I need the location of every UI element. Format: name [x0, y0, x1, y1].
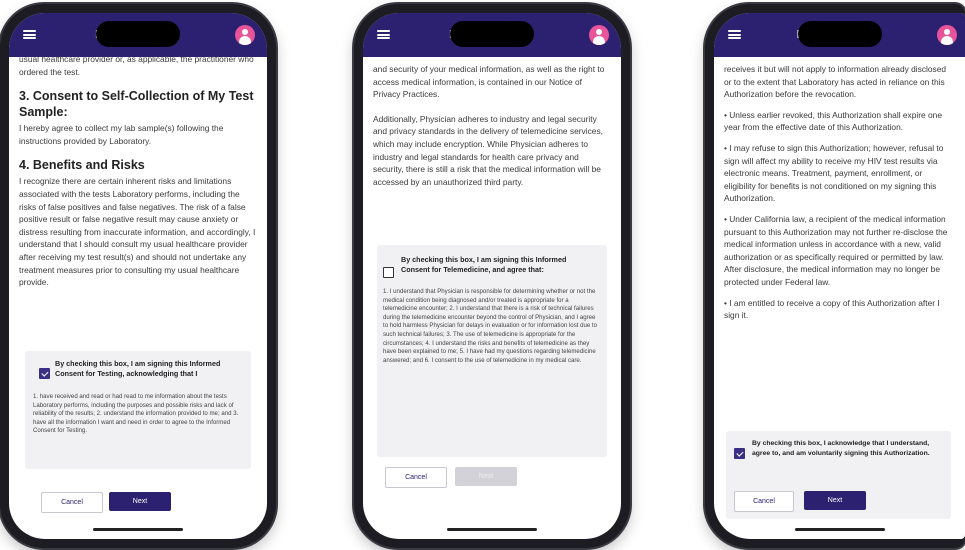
consent-checkbox[interactable] — [39, 368, 50, 379]
consent-document: receives it but will not apply to inform… — [724, 63, 953, 330]
home-indicator — [794, 528, 885, 531]
document-text: I hereby agree to collect my lab sample(… — [19, 123, 224, 146]
dynamic-island — [96, 21, 180, 47]
phone-2-screen: Kn and security of your medical informat… — [363, 13, 621, 539]
home-indicator — [447, 528, 537, 531]
phone-3: Kn receives it but will not apply to inf… — [705, 4, 965, 548]
consent-body: 1. have received and read or had read to… — [33, 393, 239, 435]
dynamic-island — [797, 21, 882, 47]
consent-box: By checking this box, I am signing this … — [377, 245, 607, 457]
next-button[interactable]: Next — [455, 467, 517, 486]
cancel-button[interactable]: Cancel — [385, 467, 447, 488]
phone-1-screen: Kn usual healthcare provider or, as appl… — [9, 13, 267, 539]
consent-box: By checking this box, I am signing this … — [25, 351, 251, 469]
user-avatar-icon[interactable] — [937, 25, 957, 45]
consent-body: 1. I understand that Physician is respon… — [383, 288, 598, 364]
consent-checkbox[interactable] — [734, 448, 745, 459]
app-header: Kn — [9, 13, 267, 57]
phone-2: Kn and security of your medical informat… — [354, 4, 630, 548]
consent-title: By checking this box, I acknowledge that… — [752, 440, 930, 457]
document-text: receives it but will not apply to inform… — [724, 64, 947, 100]
document-text: usual healthcare provider or, as applica… — [19, 54, 254, 77]
user-avatar-icon[interactable] — [589, 25, 609, 45]
home-indicator — [93, 528, 183, 531]
consent-title: By checking this box, I am signing this … — [401, 255, 567, 274]
consent-document: usual healthcare provider or, as applica… — [19, 53, 257, 297]
consent-document: and security of your medical information… — [373, 63, 611, 196]
dynamic-island — [450, 21, 534, 47]
document-text: I recognize there are certain inherent r… — [19, 176, 256, 288]
document-text: Additionally, Physician adheres to indus… — [373, 113, 603, 187]
app-header: Kn — [363, 13, 621, 57]
document-text: • I may refuse to sign this Authorizatio… — [724, 142, 944, 204]
phone-3-screen: Kn receives it but will not apply to inf… — [714, 13, 965, 539]
document-text: • Unless earlier revoked, this Authoriza… — [724, 109, 943, 133]
next-button[interactable]: Next — [109, 492, 171, 511]
document-text: • I am entitled to receive a copy of thi… — [724, 297, 940, 321]
section-heading: 4. Benefits and Risks — [19, 158, 145, 173]
section-heading: 3. Consent to Self-Collection of My Test… — [19, 89, 254, 120]
consent-checkbox[interactable] — [383, 267, 394, 278]
document-text: • Under California law, a recipient of t… — [724, 213, 948, 287]
user-avatar-icon[interactable] — [235, 25, 255, 45]
app-header: Kn — [714, 13, 965, 57]
next-button[interactable]: Next — [804, 491, 866, 510]
cancel-button[interactable]: Cancel — [41, 492, 103, 513]
cancel-button[interactable]: Cancel — [734, 491, 794, 512]
consent-title: By checking this box, I am signing this … — [55, 359, 221, 378]
document-text: and security of your medical information… — [373, 64, 605, 100]
phone-1: Kn usual healthcare provider or, as appl… — [0, 4, 276, 548]
